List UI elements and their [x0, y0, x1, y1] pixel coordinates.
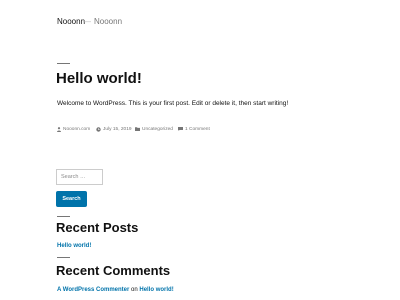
post-category[interactable]: Uncategorized — [135, 125, 173, 133]
comment-post-link[interactable]: Hello world! — [139, 287, 173, 293]
recent-posts-divider — [57, 216, 70, 217]
site-description: Nooonn — [94, 17, 123, 26]
post-date[interactable]: July 15, 2019 — [96, 125, 132, 133]
post-author-label: Nooonn.com — [63, 126, 91, 132]
search-input[interactable] — [56, 169, 103, 185]
comment-connector: on — [131, 287, 138, 293]
post-comments-label: 1 Comment — [185, 126, 210, 132]
post-title[interactable]: Hello world! — [56, 70, 142, 87]
post-category-label: Uncategorized — [142, 126, 173, 132]
comment-icon — [178, 127, 183, 131]
post-content: Welcome to WordPress. This is your first… — [57, 100, 289, 107]
comment-author-link[interactable]: A WordPress Commenter — [57, 287, 129, 293]
recent-comment-item: A WordPress Commenter on Hello world! — [57, 286, 187, 294]
post-date-label: July 15, 2019 — [103, 126, 132, 132]
title-separator: — — [83, 17, 91, 26]
post-author[interactable]: Nooonn.com — [57, 125, 90, 133]
search-button[interactable]: Search — [56, 191, 87, 207]
recent-post-link[interactable]: Hello world! — [57, 243, 91, 249]
recent-comments-title: Recent Comments — [56, 263, 171, 278]
post-comments[interactable]: 1 Comment — [178, 125, 210, 133]
clock-icon — [96, 126, 101, 132]
recent-comments-divider — [57, 257, 70, 258]
site-title[interactable]: Nooonn — [57, 17, 85, 26]
person-icon — [57, 126, 61, 132]
folder-icon — [135, 127, 140, 131]
post-title-divider — [57, 63, 70, 64]
recent-posts-title: Recent Posts — [56, 220, 139, 235]
